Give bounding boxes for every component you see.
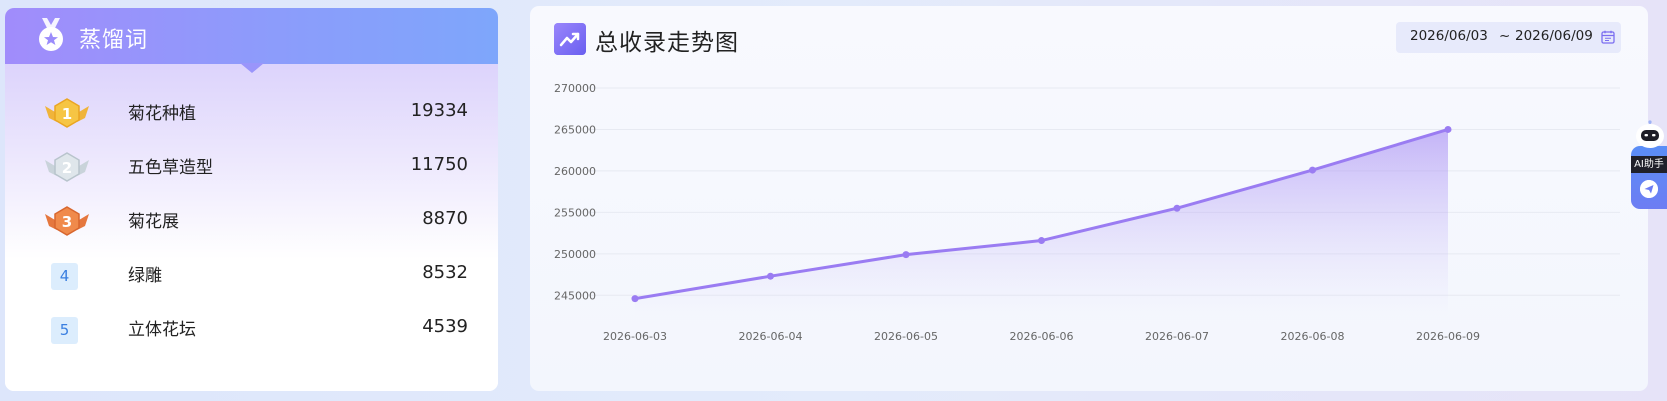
data-point [1444,125,1452,133]
y-tick-label: 245000 [554,289,596,302]
y-tick-label: 260000 [554,165,596,178]
date-range-picker[interactable]: 2026/06/03 ~ 2026/06/09 [1396,22,1621,53]
trend-chart-card: 245000 250000 255000 260000 265000 270000 2026… [530,6,1648,391]
keyword-count: 4539 [422,316,468,337]
ai-assistant-widget[interactable]: AI助手 [1631,120,1667,209]
keyword-name: 绿雕 [128,266,162,286]
data-point [1173,204,1181,212]
start-date[interactable]: 2026/06/03 [1410,28,1488,44]
date-separator: ~ [1499,28,1511,44]
rank-number: 4 [51,263,78,290]
data-point [902,251,910,259]
svg-text:2: 2 [62,159,72,177]
data-point [767,272,774,280]
data-point [631,295,639,303]
ranking-row: 5 立体花坛 4539 [5,310,498,364]
ranking-row: 2 五色草造型 11750 [5,148,498,202]
y-tick-label: 250000 [554,248,596,261]
ranking-header: 蒸馏词 [5,8,498,64]
x-tick-label: 2026-06-09 [1416,330,1480,343]
medal-icon [39,18,63,51]
dashboard-page: 蒸馏词 1 菊花种植 19334 2 五色草造型 11750 3 菊花展 887… [0,0,1667,401]
header-pointer [240,63,264,73]
x-tick-label: 2026-06-06 [1010,330,1074,343]
keyword-name: 菊花展 [128,212,179,232]
svg-text:1: 1 [62,105,72,123]
keyword-name: 五色草造型 [128,158,213,178]
silver-medal-icon: 2 [45,152,89,182]
ai-assistant-label[interactable]: AI助手 [1631,156,1667,173]
ranking-row: 4 绿雕 8532 [5,256,498,310]
trend-up-icon [554,23,586,55]
svg-text:3: 3 [62,213,72,231]
ranking-row: 1 菊花种植 19334 [5,94,498,148]
series-area [635,129,1448,316]
keyword-count: 8870 [422,208,468,229]
x-tick-label: 2026-06-07 [1145,330,1209,343]
x-tick-label: 2026-06-04 [739,330,803,343]
trend-chart: 245000 250000 255000 260000 265000 270000 2026… [554,82,1620,343]
ranking-row: 3 菊花展 8870 [5,202,498,256]
data-point [1309,166,1316,174]
y-tick-label: 265000 [554,123,596,136]
ranking-card: 蒸馏词 1 菊花种植 19334 2 五色草造型 11750 3 菊花展 887… [5,8,498,391]
chart-title: 总收录走势图 [595,30,739,56]
x-tick-label: 2026-06-03 [603,330,667,343]
end-date[interactable]: 2026/06/09 [1515,28,1593,44]
keyword-name: 菊花种植 [128,104,196,124]
data-point [1038,237,1045,245]
y-tick-label: 270000 [554,82,596,95]
keyword-name: 立体花坛 [128,320,196,340]
robot-icon[interactable] [1633,120,1667,150]
x-tick-label: 2026-06-08 [1281,330,1345,343]
rank-number: 5 [51,317,78,344]
keyword-count: 19334 [410,100,468,121]
ranking-list: 1 菊花种植 19334 2 五色草造型 11750 3 菊花展 8870 4 … [5,94,498,364]
keyword-count: 8532 [422,262,468,283]
x-tick-label: 2026-06-05 [874,330,938,343]
bronze-medal-icon: 3 [45,206,89,236]
send-icon[interactable] [1640,180,1658,198]
keyword-count: 11750 [410,154,468,175]
gold-medal-icon: 1 [45,98,89,128]
y-tick-label: 255000 [554,206,596,219]
ranking-title: 蒸馏词 [79,28,149,53]
calendar-icon[interactable] [1601,30,1615,44]
